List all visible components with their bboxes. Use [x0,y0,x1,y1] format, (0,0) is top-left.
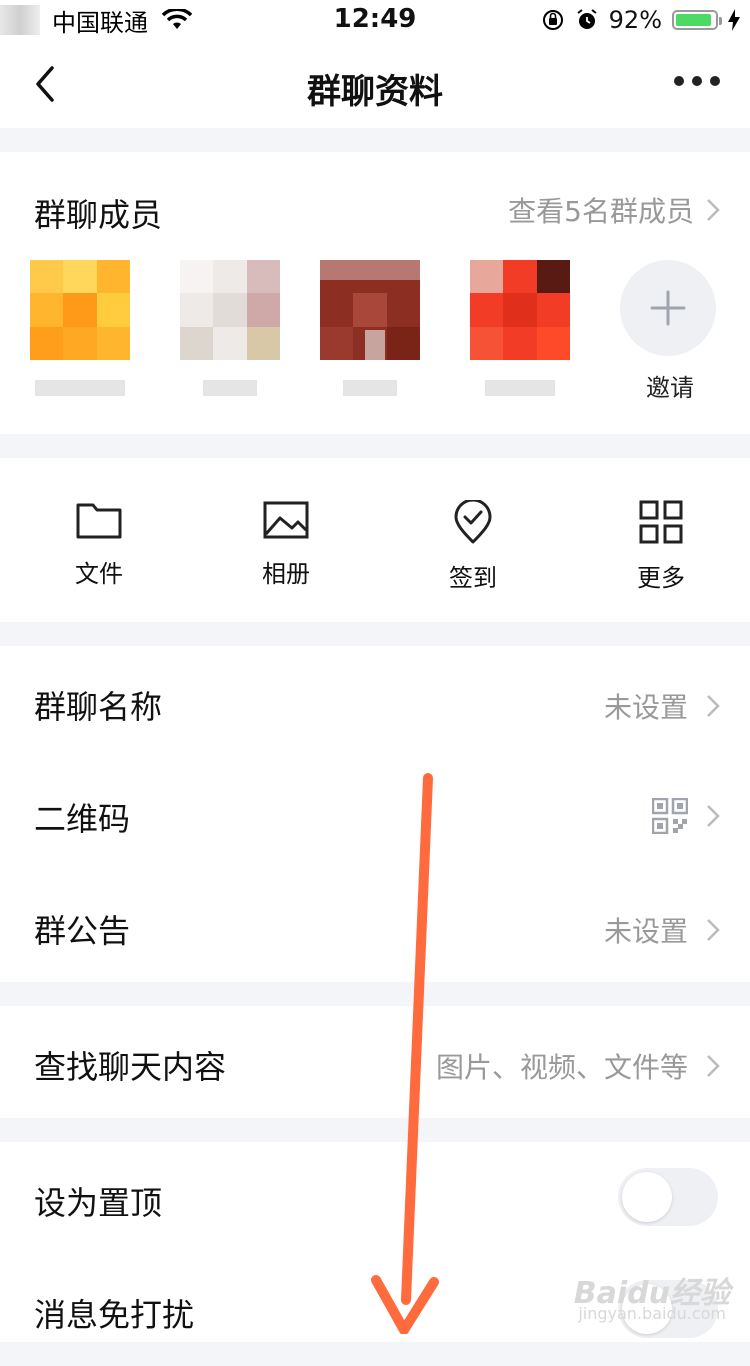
chevron-right-icon [707,1055,720,1077]
image-icon [263,501,309,539]
pin-row: 设为置顶 [0,1142,750,1254]
tool-more[interactable]: 更多 [601,500,721,593]
group-name-value: 未设置 [603,691,688,724]
qr-code-row[interactable]: 二维码 [0,758,750,870]
toggle-knob [622,1172,672,1222]
pin-toggle[interactable] [618,1168,718,1226]
avatar [30,260,130,360]
chevron-right-icon [707,695,720,717]
qr-code-value-wrap [652,798,720,834]
qrcode-icon [652,798,688,834]
member-item[interactable] [320,260,420,396]
tool-label: 相册 [262,560,310,588]
location-check-icon [454,498,492,544]
status-bar: 中国联通 12:49 92% [0,0,750,44]
search-chat-value-wrap: 图片、视频、文件等 [436,1046,720,1086]
avatar [180,260,280,360]
folder-icon [76,503,122,539]
avatar [470,260,570,360]
search-chat-hint: 图片、视频、文件等 [435,1051,688,1084]
invite-button[interactable]: 邀请 [620,260,720,403]
tools-section: 文件 相册 签到 更多 [0,458,750,622]
dot [710,76,720,86]
view-all-members-label: 查看5名群成员 [508,195,694,228]
group-settings-section: 群聊名称 未设置 二维码 群公告 未设置 [0,646,750,982]
blurred-member-name [203,380,257,396]
announcement-value-wrap: 未设置 [604,910,720,950]
battery-percent: 92% [608,6,662,34]
member-item[interactable] [30,260,130,396]
dot [674,76,684,86]
pin-label: 设为置顶 [34,1184,163,1222]
group-name-row[interactable]: 群聊名称 未设置 [0,646,750,758]
charging-bolt-icon [728,9,740,31]
tool-checkin[interactable]: 签到 [413,498,533,593]
page-title: 群聊资料 [307,72,443,112]
battery-fill [676,14,711,26]
avatar [320,260,420,360]
members-section: 群聊成员 查看5名群成员 邀请 [0,152,750,434]
orientation-lock-icon [542,10,563,30]
search-chat-label: 查找聊天内容 [34,1048,227,1086]
chevron-right-icon [707,919,720,941]
mute-label: 消息免打扰 [34,1296,195,1334]
tool-files[interactable]: 文件 [39,500,159,589]
grid-icon [639,500,683,544]
member-avatars: 邀请 [30,260,730,420]
view-all-members-link[interactable]: 查看5名群成员 [508,190,720,230]
dot [692,76,702,86]
members-title: 群聊成员 [34,196,163,234]
invite-label: 邀请 [646,374,694,402]
status-right: 92% [541,6,740,34]
tool-label: 更多 [637,564,685,592]
qr-code-label: 二维码 [34,800,131,838]
group-name-value-wrap: 未设置 [604,686,720,726]
chevron-right-icon [707,805,720,827]
blurred-member-name [343,380,397,396]
watermark-url: jingyan.baidu.com [578,1304,726,1323]
group-name-label: 群聊名称 [34,688,163,726]
tool-label: 文件 [75,560,123,588]
member-item[interactable] [470,260,570,396]
battery-icon [672,10,722,30]
announcement-value: 未设置 [603,915,688,948]
plus-icon [650,290,686,326]
search-chat-row[interactable]: 查找聊天内容 图片、视频、文件等 [0,1006,750,1118]
invite-circle [620,260,716,356]
alarm-icon [577,9,597,29]
nav-bar: 群聊资料 [0,44,750,128]
announcement-row[interactable]: 群公告 未设置 [0,870,750,982]
chevron-right-icon [707,199,720,221]
blurred-member-name [35,380,125,396]
announcement-label: 群公告 [34,912,131,950]
member-item[interactable] [180,260,280,396]
tool-album[interactable]: 相册 [226,500,346,589]
search-chat-section: 查找聊天内容 图片、视频、文件等 [0,1006,750,1118]
tool-label: 签到 [449,564,497,592]
more-dots-icon[interactable] [674,76,720,86]
blurred-member-name [485,380,555,396]
